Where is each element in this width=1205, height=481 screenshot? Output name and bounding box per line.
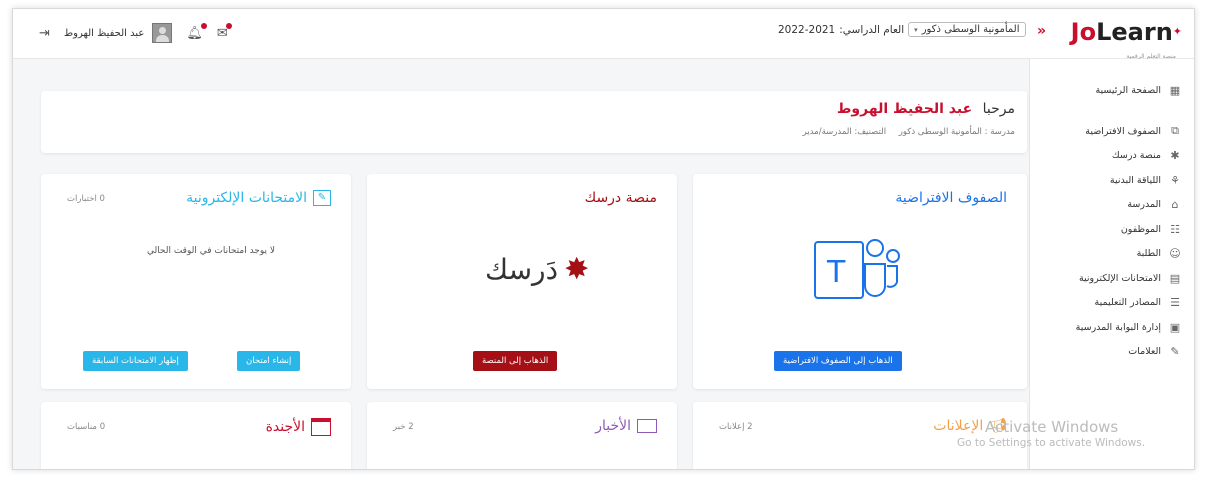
darsak-card: منصة درسك ✸ دَرسك الذهاب إلى المنصة [367,174,677,389]
teams-logo-icon: T [814,239,900,299]
sidebar-item-label: الصفحة الرئيسية [1095,84,1161,96]
messages-envelope-icon[interactable]: ✉ [217,22,232,41]
sidebar: ▦ الصفحة الرئيسية ⧉ الصفوف الافتراضية ✱ منصة … [1029,59,1194,469]
school-info: مدرسة : المأمونية الوسطى ذكور [898,127,1015,137]
sidebar-item-home-grid[interactable]: ▦ الصفحة الرئيسية [1030,73,1194,107]
go-to-virtual-classes-button[interactable]: الذهاب إلى الصفوف الافتراضية [774,351,902,371]
e-exams-card: ✎ الامتحانات الإلكترونية 0 اختبارات لا ي… [41,174,351,389]
darsak-star-icon: ✸ [564,252,590,287]
sidebar-item-exam[interactable]: ▤ الامتحانات الإلكترونية [1030,266,1194,291]
year-label: العام الدراسي: [839,23,905,36]
e-exams-title-row: ✎ الامتحانات الإلكترونية [186,190,331,206]
top-bar: JoLearn✦ منصة التعلم الرقمية » المأمونية… [13,9,1194,60]
logout-icon[interactable]: ⇥ [39,26,50,41]
jolearn-logo[interactable]: JoLearn✦ منصة التعلم الرقمية [1070,18,1182,60]
home-grid-icon: ▦ [1169,83,1181,97]
school-icon: ⌂ [1171,198,1179,212]
calendar-icon [311,418,331,436]
darsak-icon: ✱ [1170,149,1180,163]
no-exams-message: لا يوجد امتحانات في الوقت الحالي [146,246,275,256]
message-dot [225,22,232,29]
agenda-count: 0 مناسبات [67,422,106,432]
sidebar-nav: ▦ الصفحة الرئيسية ⧉ الصفوف الافتراضية ✱ منصة … [1030,59,1194,364]
sidebar-item-label: المدرسة [1127,199,1161,211]
darsak-logo: ✸ دَرسك [485,252,589,287]
user-name[interactable]: عبد الحفيظ الهروط [64,28,144,39]
teams-icon: ⧉ [1171,124,1179,138]
avatar[interactable] [152,23,173,43]
sidebar-item-grades[interactable]: ✎ العلامات [1030,340,1194,365]
logo-jo: Jo [1070,18,1097,46]
create-exam-button[interactable]: إنشاء امتحان [237,351,301,371]
sidebar-item-label: منصة درسك [1111,150,1161,162]
welcome-card: مرحبا عبد الحفيظ الهروط مدرسة : المأموني… [41,91,1027,153]
announcements-card: 📢︎ الإعلانات 2 إعلانات [693,402,1027,469]
sidebar-item-label: الامتحانات الإلكترونية [1078,272,1161,284]
role-info: التصنيف: المدرسة/مدير [802,127,887,137]
welcome-details: مدرسة : المأمونية الوسطى ذكور التصنيف: ا… [793,127,1015,137]
sidebar-item-fitness[interactable]: ⚘ اللياقة البدنية [1030,168,1194,193]
sidebar-item-resources[interactable]: ☰ المصادر التعليمية [1030,291,1194,316]
school-year-selector: المأمونية الوسطى ذكور ▾ العام الدراسي: 2… [778,22,1026,37]
e-exams-title: الامتحانات الإلكترونية [186,190,307,206]
activate-windows-subtext: Go to Settings to activate Windows. [957,437,1146,449]
chevron-down-icon: ▾ [914,25,918,34]
sidebar-item-label: الطلبة [1136,248,1161,260]
sidebar-item-school[interactable]: ⌂ المدرسة [1030,193,1194,218]
sidebar-item-label: اللياقة البدنية [1109,174,1161,186]
user-area: ⇥ عبد الحفيظ الهروط 🔔︎ ✉ [39,22,232,43]
agenda-title-row: الأجندة [266,418,331,436]
welcome-line: مرحبا عبد الحفيظ الهروط [837,101,1015,117]
sidebar-item-label: المصادر التعليمية [1094,297,1161,309]
fitness-icon: ⚘ [1170,173,1180,187]
students-icon: ☺ [1169,247,1181,261]
sidebar-item-teams[interactable]: ⧉ الصفوف الافتراضية [1030,119,1194,144]
year-value: 2022-2021 [778,23,836,36]
collapse-sidebar-button[interactable]: » [1037,23,1046,39]
grades-icon: ✎ [1170,345,1180,359]
virtual-classes-title: الصفوف الافتراضية [895,190,1007,206]
go-to-darsak-button[interactable]: الذهاب إلى المنصة [473,351,558,371]
news-count: 2 خبر [393,422,414,432]
news-card: الأخبار 2 خبر [367,402,677,469]
show-previous-exams-button[interactable]: إظهار الامتحانات السابقة [83,351,188,371]
sidebar-item-label: الموظفون [1120,223,1161,235]
agenda-card: الأجندة 0 مناسبات [41,402,351,469]
welcome-user-name: عبد الحفيظ الهروط [836,101,973,117]
sidebar-item-portal[interactable]: ▣ إدارة البوابة المدرسية [1030,315,1194,340]
exam-icon: ✎ [313,190,331,206]
sidebar-item-darsak[interactable]: ✱ منصة درسك [1030,144,1194,169]
announcements-title: الإعلانات [933,418,984,434]
logo-star-icon: ✦ [1172,25,1182,38]
exams-count: 0 اختبارات [67,194,105,204]
resources-icon: ☰ [1170,296,1180,310]
staff-icon: ☷ [1170,222,1180,236]
darsak-logo-text: دَرسك [485,253,559,286]
portal-icon: ▣ [1169,320,1181,334]
exam-icon: ▤ [1169,271,1181,285]
sidebar-item-label: إدارة البوابة المدرسية [1075,321,1161,333]
sidebar-item-label: الصفوف الافتراضية [1085,125,1161,137]
sidebar-item-label: العلامات [1128,346,1161,358]
logo-learn: Learn [1096,18,1173,46]
announcements-count: 2 إعلانات [719,422,753,432]
notifications-bell-icon[interactable]: 🔔︎ [186,22,207,41]
news-title-row: الأخبار [595,418,657,434]
sidebar-item-students[interactable]: ☺ الطلبة [1030,242,1194,267]
virtual-classes-card: الصفوف الافتراضية T الذهاب إلى الصفوف ال… [693,174,1027,389]
activate-windows-watermark: Activate Windows [985,418,1119,436]
school-select-value: المأمونية الوسطى ذكور [921,24,1020,35]
main-content: مرحبا عبد الحفيظ الهروط مدرسة : المأموني… [13,59,1029,469]
svg-text:T: T [826,255,846,290]
darsak-title: منصة درسك [584,190,657,206]
newspaper-icon [637,419,657,433]
app-window: JoLearn✦ منصة التعلم الرقمية » المأمونية… [12,8,1195,470]
news-title: الأخبار [595,418,631,434]
sidebar-item-staff[interactable]: ☷ الموظفون [1030,217,1194,242]
school-select[interactable]: المأمونية الوسطى ذكور ▾ [908,22,1026,37]
greeting: مرحبا [982,101,1015,117]
agenda-title: الأجندة [265,419,305,435]
notification-dot [200,22,207,29]
